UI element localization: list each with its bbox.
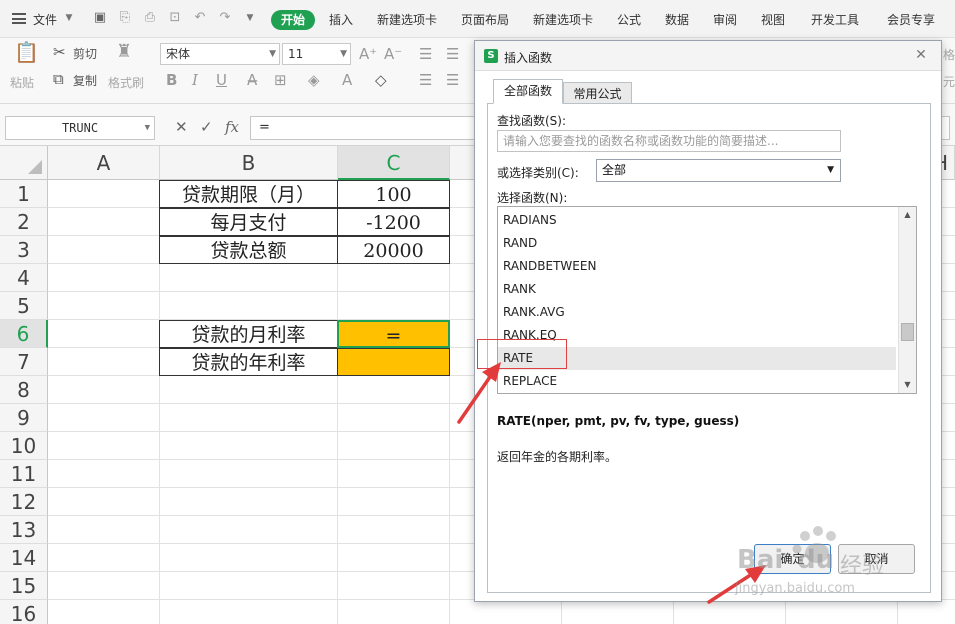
arrow-to-rate [457, 362, 501, 424]
watermark-url: jingyan.baidu.com [735, 581, 855, 596]
watermark-brand: Bai [737, 545, 784, 575]
watermark-site-cn: 经验 [840, 554, 885, 579]
tab-all-functions[interactable]: 全部函数 [493, 79, 563, 104]
annotation-overlay [457, 362, 836, 604]
watermark-brand-suffix: du [797, 545, 835, 575]
